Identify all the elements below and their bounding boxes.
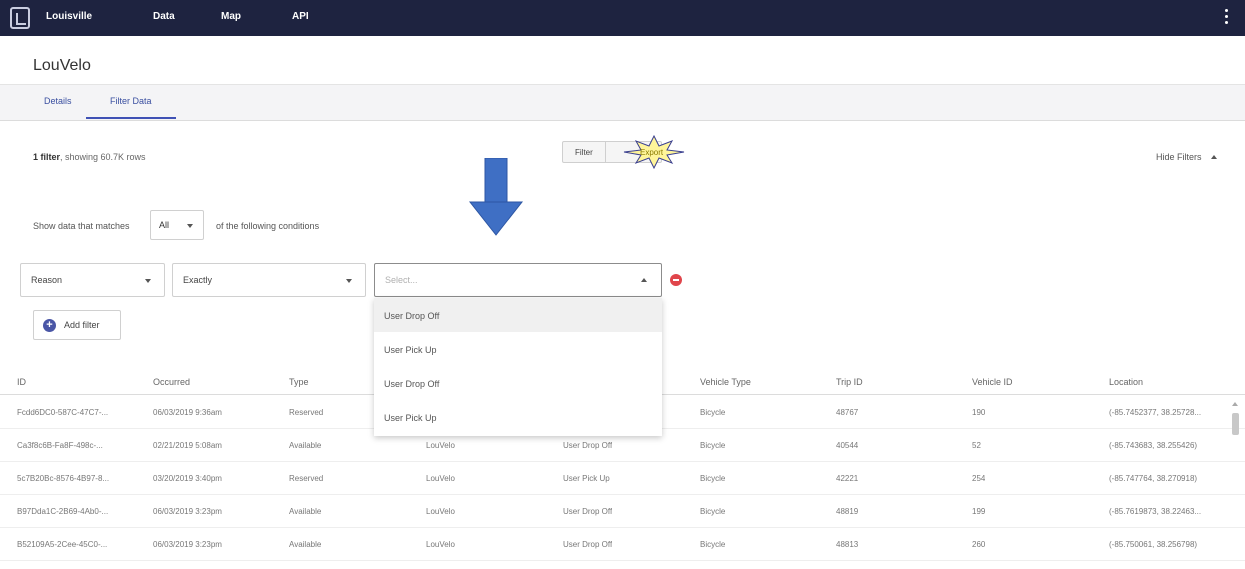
chevron-up-icon	[1211, 155, 1217, 159]
cell-vehicle-id: 190	[972, 408, 986, 417]
value-select[interactable]: Select...	[374, 263, 662, 297]
cell-occurred: 06/03/2019 3:23pm	[153, 507, 222, 516]
dropdown-option[interactable]: User Drop Off	[374, 298, 662, 332]
cell-trip-id: 42221	[836, 474, 859, 483]
cell-location: (-85.7452377, 38.25728...	[1109, 408, 1202, 417]
plus-icon: +	[43, 319, 56, 332]
filter-button[interactable]: Filter	[563, 142, 605, 162]
nav-map-link[interactable]: Map	[221, 11, 241, 22]
cell-vehicle-type: Bicycle	[700, 408, 726, 417]
scroll-up-icon[interactable]	[1232, 402, 1238, 406]
cell-vehicle-id: 260	[972, 540, 986, 549]
field-select[interactable]: Reason	[20, 263, 165, 297]
dropdown-option[interactable]: User Pick Up	[374, 332, 662, 366]
nav-api-link[interactable]: API	[292, 11, 309, 22]
conditions-suffix: of the following conditions	[216, 221, 320, 231]
add-filter-label: Add filter	[64, 320, 100, 330]
cell-type: Reserved	[289, 474, 324, 483]
conditions-prefix: Show data that matches	[33, 221, 130, 231]
chevron-up-icon	[641, 278, 647, 282]
cell-occurred: 02/21/2019 5:08am	[153, 441, 222, 450]
match-value: All	[159, 220, 170, 230]
cell-location: (-85.7619873, 38.22463...	[1109, 507, 1202, 516]
filter-summary: 1 filter, showing 60.7K rows	[33, 152, 146, 162]
top-navbar: Louisville Data Map API	[0, 0, 1245, 36]
cell-type: Reserved	[289, 408, 324, 417]
chevron-down-icon	[145, 279, 151, 283]
export-button[interactable]: Export	[640, 148, 663, 157]
chevron-down-icon	[187, 224, 193, 228]
column-header-occurred[interactable]: Occurred	[153, 377, 190, 387]
scrollbar-thumb[interactable]	[1232, 413, 1239, 435]
cell-provider: LouVelo	[426, 507, 455, 516]
cell-provider: LouVelo	[426, 474, 455, 483]
operator-value: Exactly	[183, 275, 213, 285]
cell-vehicle-type: Bicycle	[700, 474, 726, 483]
hide-filters-label: Hide Filters	[1155, 152, 1202, 162]
nav-data-link[interactable]: Data	[153, 11, 175, 22]
cell-reason: User Drop Off	[563, 507, 613, 516]
cell-id: B97Dda1C-2B69-4Ab0-...	[17, 507, 109, 516]
cell-occurred: 03/20/2019 3:40pm	[153, 474, 222, 483]
louisville-logo-icon[interactable]	[10, 7, 30, 29]
down-arrow-annotation-icon	[468, 158, 524, 236]
column-header-vehicle-type[interactable]: Vehicle Type	[700, 377, 751, 387]
cell-type: Available	[289, 507, 322, 516]
tab-bar: Details Filter Data	[0, 85, 1245, 121]
add-filter-button[interactable]: + Add filter	[33, 310, 121, 340]
remove-filter-icon[interactable]	[670, 274, 682, 286]
column-header-id[interactable]: ID	[17, 377, 26, 387]
cell-occurred: 06/03/2019 9:36am	[153, 408, 222, 417]
more-options-icon[interactable]	[1225, 9, 1229, 25]
active-tab-indicator	[86, 117, 176, 119]
column-header-vehicle-id[interactable]: Vehicle ID	[972, 377, 1013, 387]
cell-trip-id: 48813	[836, 540, 859, 549]
cell-id: Fcdd6DC0-587C-47C7-...	[17, 408, 109, 417]
cell-vehicle-type: Bicycle	[700, 507, 726, 516]
table-row[interactable]: B97Dda1C-2B69-4Ab0-... 06/03/2019 3:23pm…	[0, 495, 1245, 528]
column-header-trip-id[interactable]: Trip ID	[836, 377, 863, 387]
cell-location: (-85.750061, 38.256798)	[1109, 540, 1198, 549]
table-row[interactable]: B52109A5-2Cee-45C0-... 06/03/2019 3:23pm…	[0, 528, 1245, 561]
value-placeholder: Select...	[385, 275, 418, 285]
tab-filter-data[interactable]: Filter Data	[110, 96, 152, 106]
cell-provider: LouVelo	[426, 540, 455, 549]
cell-id: B52109A5-2Cee-45C0-...	[17, 540, 108, 549]
hide-filters-toggle[interactable]: Hide Filters	[1156, 152, 1217, 162]
column-header-type[interactable]: Type	[289, 377, 309, 387]
cell-trip-id: 48767	[836, 408, 859, 417]
cell-vehicle-type: Bicycle	[700, 441, 726, 450]
chevron-down-icon	[346, 279, 352, 283]
cell-vehicle-id: 254	[972, 474, 986, 483]
cell-type: Available	[289, 441, 322, 450]
row-count-text: , showing 60.7K rows	[60, 152, 146, 162]
operator-select[interactable]: Exactly	[172, 263, 366, 297]
field-value: Reason	[31, 275, 63, 285]
column-header-location[interactable]: Location	[1109, 377, 1143, 387]
cell-trip-id: 40544	[836, 441, 859, 450]
cell-location: (-85.743683, 38.255426)	[1109, 441, 1198, 450]
cell-vehicle-type: Bicycle	[700, 540, 726, 549]
cell-id: 5c7B20Bc-8576-4B97-8...	[17, 474, 110, 483]
table-row[interactable]: 5c7B20Bc-8576-4B97-8... 03/20/2019 3:40p…	[0, 462, 1245, 495]
tab-details[interactable]: Details	[44, 96, 72, 106]
match-select[interactable]: All	[150, 210, 204, 240]
value-dropdown-menu: User Drop Off User Pick Up User Drop Off…	[374, 298, 662, 436]
cell-vehicle-id: 52	[972, 441, 981, 450]
filter-count: 1 filter	[33, 152, 61, 162]
cell-reason: User Pick Up	[563, 474, 610, 483]
cell-reason: User Drop Off	[563, 540, 613, 549]
cell-occurred: 06/03/2019 3:23pm	[153, 540, 222, 549]
cell-reason: User Drop Off	[563, 441, 613, 450]
dropdown-option[interactable]: User Drop Off	[374, 366, 662, 400]
cell-type: Available	[289, 540, 322, 549]
cell-id: Ca3f8c6B-Fa8F-498c-...	[17, 441, 103, 450]
dropdown-option[interactable]: User Pick Up	[374, 400, 662, 434]
nav-brand-link[interactable]: Louisville	[46, 11, 92, 22]
cell-vehicle-id: 199	[972, 507, 986, 516]
cell-provider: LouVelo	[426, 441, 455, 450]
page-title: LouVelo	[33, 57, 91, 74]
cell-location: (-85.747764, 38.270918)	[1109, 474, 1198, 483]
cell-trip-id: 48819	[836, 507, 859, 516]
